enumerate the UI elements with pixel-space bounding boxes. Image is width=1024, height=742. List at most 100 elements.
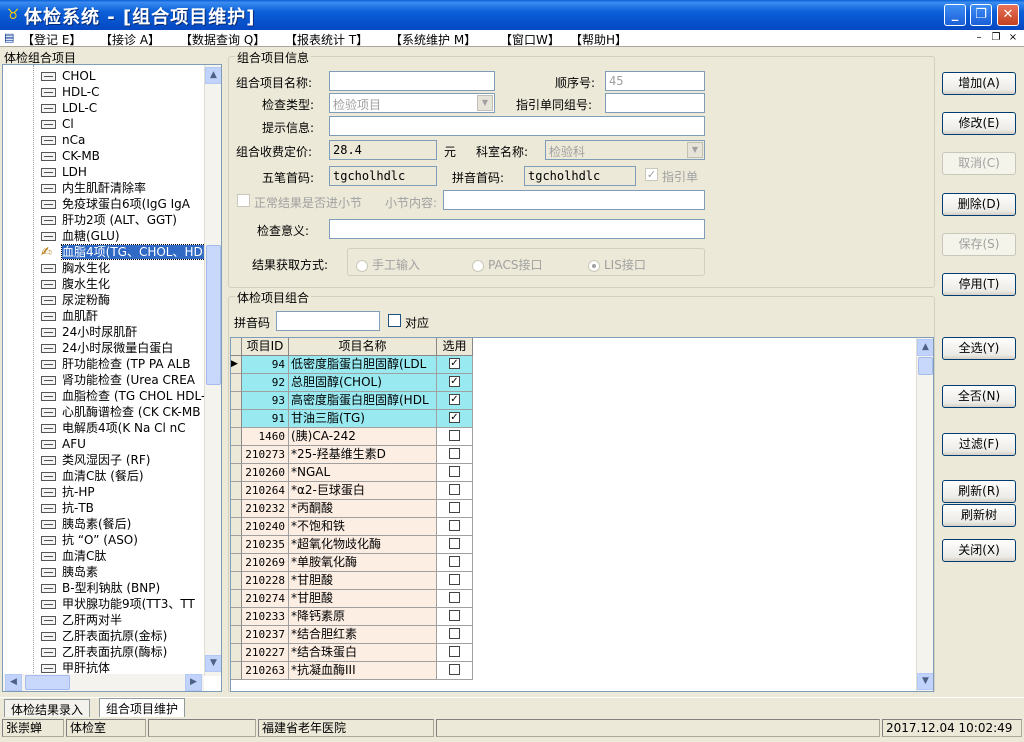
tree-horizontal-scrollbar[interactable]: ◀ ▶ [3, 674, 204, 691]
tree-item[interactable]: 腹水生化 [41, 276, 110, 292]
save-button[interactable]: 保存(S) [942, 233, 1016, 256]
tree-item[interactable]: 胰岛素(餐后) [41, 516, 131, 532]
grid-header-select[interactable]: 选用 [437, 338, 473, 356]
tree-item[interactable]: LDH [41, 164, 87, 180]
select-checkbox[interactable] [449, 610, 460, 621]
row-indicator[interactable] [231, 644, 242, 662]
tree-item[interactable]: 类风湿因子 (RF) [41, 452, 150, 468]
scroll-up-icon[interactable]: ▲ [205, 67, 221, 84]
maximize-button[interactable]: ❐ [970, 4, 992, 26]
tree-item[interactable]: Cl [41, 116, 74, 132]
mdi-minimize-button[interactable]: – [972, 31, 986, 44]
grid-header-id[interactable]: 项目ID [242, 338, 289, 356]
tree-item[interactable]: 胸水生化 [41, 260, 110, 276]
select-checkbox[interactable] [449, 592, 460, 603]
tree-item[interactable]: HDL-C [41, 84, 99, 100]
refresh-tree-button[interactable]: 刷新树 [942, 504, 1016, 527]
guide-checkbox[interactable]: ✓ [645, 168, 658, 181]
row-indicator[interactable]: ▶ [231, 356, 242, 374]
tree-item[interactable]: 血清C肽 [41, 548, 106, 564]
tree-item[interactable]: 抗-HP [41, 484, 95, 500]
select-checkbox[interactable]: ✓ [449, 412, 460, 423]
tree-item[interactable]: 肝功能检查 (TP PA ALB [41, 356, 191, 372]
tree-item[interactable]: nCa [41, 132, 85, 148]
add-button[interactable]: 增加(A) [942, 72, 1016, 95]
tree-item[interactable]: 乙肝表面抗原(酶标) [41, 644, 167, 660]
grid-vertical-scrollbar[interactable]: ▲ ▼ [916, 338, 933, 691]
combo-items-grid[interactable]: 项目ID 项目名称 选用 ▶ 94 低密度脂蛋白胆固醇(LDL ✓ 92 总胆固醇(CHO… [230, 337, 934, 692]
select-checkbox[interactable] [449, 574, 460, 585]
tree-item[interactable]: 乙肝两对半 [41, 612, 122, 628]
scroll-left-icon[interactable]: ◀ [5, 674, 22, 691]
select-checkbox[interactable] [449, 628, 460, 639]
select-checkbox[interactable] [449, 646, 460, 657]
match-checkbox[interactable] [388, 314, 401, 327]
row-indicator[interactable] [231, 446, 242, 464]
scroll-right-icon[interactable]: ▶ [185, 674, 202, 691]
meaning-input[interactable] [329, 219, 705, 239]
combo-name-input[interactable] [329, 71, 495, 91]
tree-item[interactable]: 血清C肽 (餐后) [41, 468, 144, 484]
radio-lis[interactable]: LIS接口 [588, 256, 646, 273]
select-checkbox[interactable] [449, 520, 460, 531]
row-indicator[interactable] [231, 590, 242, 608]
select-checkbox[interactable]: ✓ [449, 376, 460, 387]
close-button[interactable]: 关闭(X) [942, 539, 1016, 562]
tip-input[interactable] [329, 116, 705, 136]
tree-vertical-scrollbar[interactable]: ▲ ▼ [204, 65, 221, 676]
disable-button[interactable]: 停用(T) [942, 273, 1016, 296]
tree-item[interactable]: B-型利钠肽 (BNP) [41, 580, 160, 596]
select-checkbox[interactable] [449, 484, 460, 495]
menu-reports[interactable]: 【报表统计 T】 [285, 31, 368, 48]
tree-item[interactable]: 血肌酐 [41, 308, 98, 324]
check-type-select[interactable]: 检验项目 ▼ [329, 93, 495, 113]
guide-group-input[interactable] [605, 93, 705, 113]
filter-button[interactable]: 过滤(F) [942, 433, 1016, 456]
select-checkbox[interactable] [449, 556, 460, 567]
tree-scroll-thumb[interactable] [206, 245, 221, 385]
scroll-up-icon[interactable]: ▲ [917, 339, 933, 356]
combo-item-tree[interactable]: CHOL HDL-C LDL-C Cl nCa CK-MB LDH 内生肌酐清除率 免疫球蛋白6… [2, 64, 222, 692]
edit-button[interactable]: 修改(E) [942, 112, 1016, 135]
row-indicator[interactable] [231, 626, 242, 644]
cancel-button[interactable]: 取消(C) [942, 152, 1016, 175]
tree-item[interactable]: 24小时尿微量白蛋白 [41, 340, 173, 356]
mdi-close-button[interactable]: × [1006, 31, 1020, 44]
tree-item[interactable]: ✍ 血脂4项(TG、CHOL、HDL [41, 244, 211, 260]
radio-pacs-icon[interactable] [472, 259, 484, 272]
row-indicator[interactable] [231, 572, 242, 590]
refresh-button[interactable]: 刷新(R) [942, 480, 1016, 503]
pinyin-search-input[interactable] [276, 311, 380, 331]
tree-item[interactable]: 抗-TB [41, 500, 94, 516]
menu-reception[interactable]: 【接诊 A】 [100, 31, 160, 48]
menu-query[interactable]: 【数据查询 Q】 [180, 31, 265, 48]
row-indicator[interactable] [231, 518, 242, 536]
row-indicator[interactable] [231, 392, 242, 410]
radio-lis-icon[interactable] [588, 259, 600, 272]
select-checkbox[interactable] [449, 664, 460, 675]
row-indicator[interactable] [231, 536, 242, 554]
mdi-app-icon[interactable]: ▤ [4, 31, 18, 45]
tree-item[interactable]: 尿淀粉酶 [41, 292, 110, 308]
tree-item[interactable]: 胰岛素 [41, 564, 98, 580]
tree-item[interactable]: 心肌酶谱检查 (CK CK-MB [41, 404, 200, 420]
close-window-button[interactable]: ✕ [997, 4, 1019, 26]
wubi-input[interactable]: tgcholhdlc [329, 166, 437, 186]
select-checkbox[interactable] [449, 448, 460, 459]
tree-item[interactable]: 乙肝表面抗原(金标) [41, 628, 167, 644]
row-indicator[interactable] [231, 500, 242, 518]
row-indicator[interactable] [231, 410, 242, 428]
tree-hscroll-thumb[interactable] [25, 675, 70, 690]
select-checkbox[interactable] [449, 538, 460, 549]
tree-item[interactable]: 电解质4项(K Na Cl nC [41, 420, 186, 436]
tree-item[interactable]: 甲状腺功能9项(TT3、TT [41, 596, 195, 612]
select-checkbox[interactable]: ✓ [449, 358, 460, 369]
select-checkbox[interactable] [449, 430, 460, 441]
select-checkbox[interactable] [449, 502, 460, 513]
tab-result-entry[interactable]: 体检结果录入 [4, 699, 91, 717]
row-indicator[interactable] [231, 428, 242, 446]
tree-item[interactable]: 免疫球蛋白6项(IgG IgA [41, 196, 190, 212]
app-icon[interactable]: ♉ [4, 6, 22, 24]
menu-register[interactable]: 【登记 E】 [22, 31, 81, 48]
tree-item[interactable]: CHOL [41, 68, 96, 84]
